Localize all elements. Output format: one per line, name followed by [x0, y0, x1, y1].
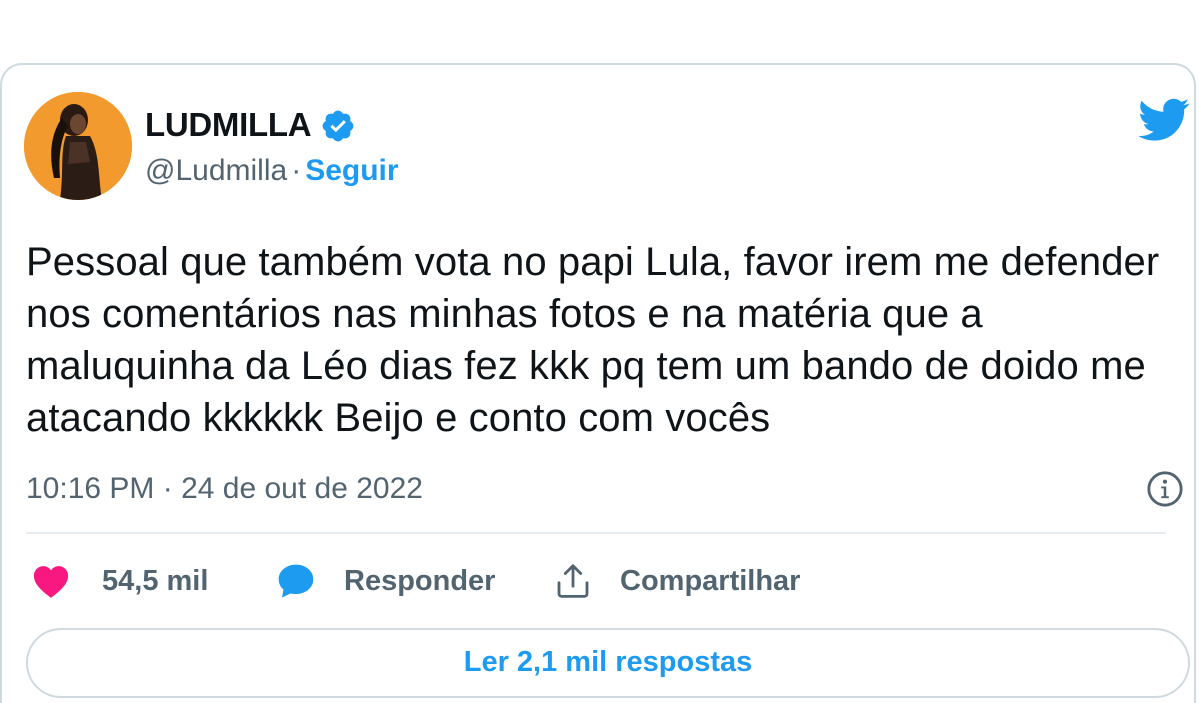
- verified-badge-icon: [322, 110, 354, 142]
- speech-bubble-icon: [278, 564, 314, 598]
- twitter-bird-icon[interactable]: [1138, 97, 1190, 143]
- share-upload-icon: [557, 564, 589, 598]
- reply-label: Responder: [344, 564, 496, 597]
- share-button[interactable]: Compartilhar: [552, 556, 800, 606]
- like-count: 54,5 mil: [102, 564, 209, 597]
- info-icon[interactable]: [1146, 470, 1184, 508]
- avatar[interactable]: [24, 92, 132, 200]
- share-label: Compartilhar: [620, 564, 801, 597]
- avatar-image: [24, 92, 132, 200]
- tweet-text: Pessoal que também vota no papi Lula, fa…: [26, 240, 1160, 440]
- author-display-name[interactable]: LUDMILLA: [145, 106, 312, 144]
- author-handle[interactable]: @Ludmilla: [145, 154, 287, 187]
- separator-dot: ·: [291, 154, 302, 187]
- tweet-actions: 54,5 mil Responder Compartilhar: [26, 556, 1166, 606]
- divider: [26, 532, 1166, 534]
- like-button[interactable]: 54,5 mil: [32, 556, 208, 606]
- reply-button[interactable]: Responder: [276, 556, 495, 606]
- follow-link[interactable]: Seguir: [305, 154, 398, 187]
- author-handle-row: @Ludmilla · Seguir: [145, 154, 399, 188]
- read-replies-button[interactable]: Ler 2,1 mil respostas: [26, 628, 1190, 698]
- tweet-timestamp[interactable]: 10:16 PM · 24 de out de 2022: [26, 472, 423, 506]
- heart-icon: [33, 566, 69, 598]
